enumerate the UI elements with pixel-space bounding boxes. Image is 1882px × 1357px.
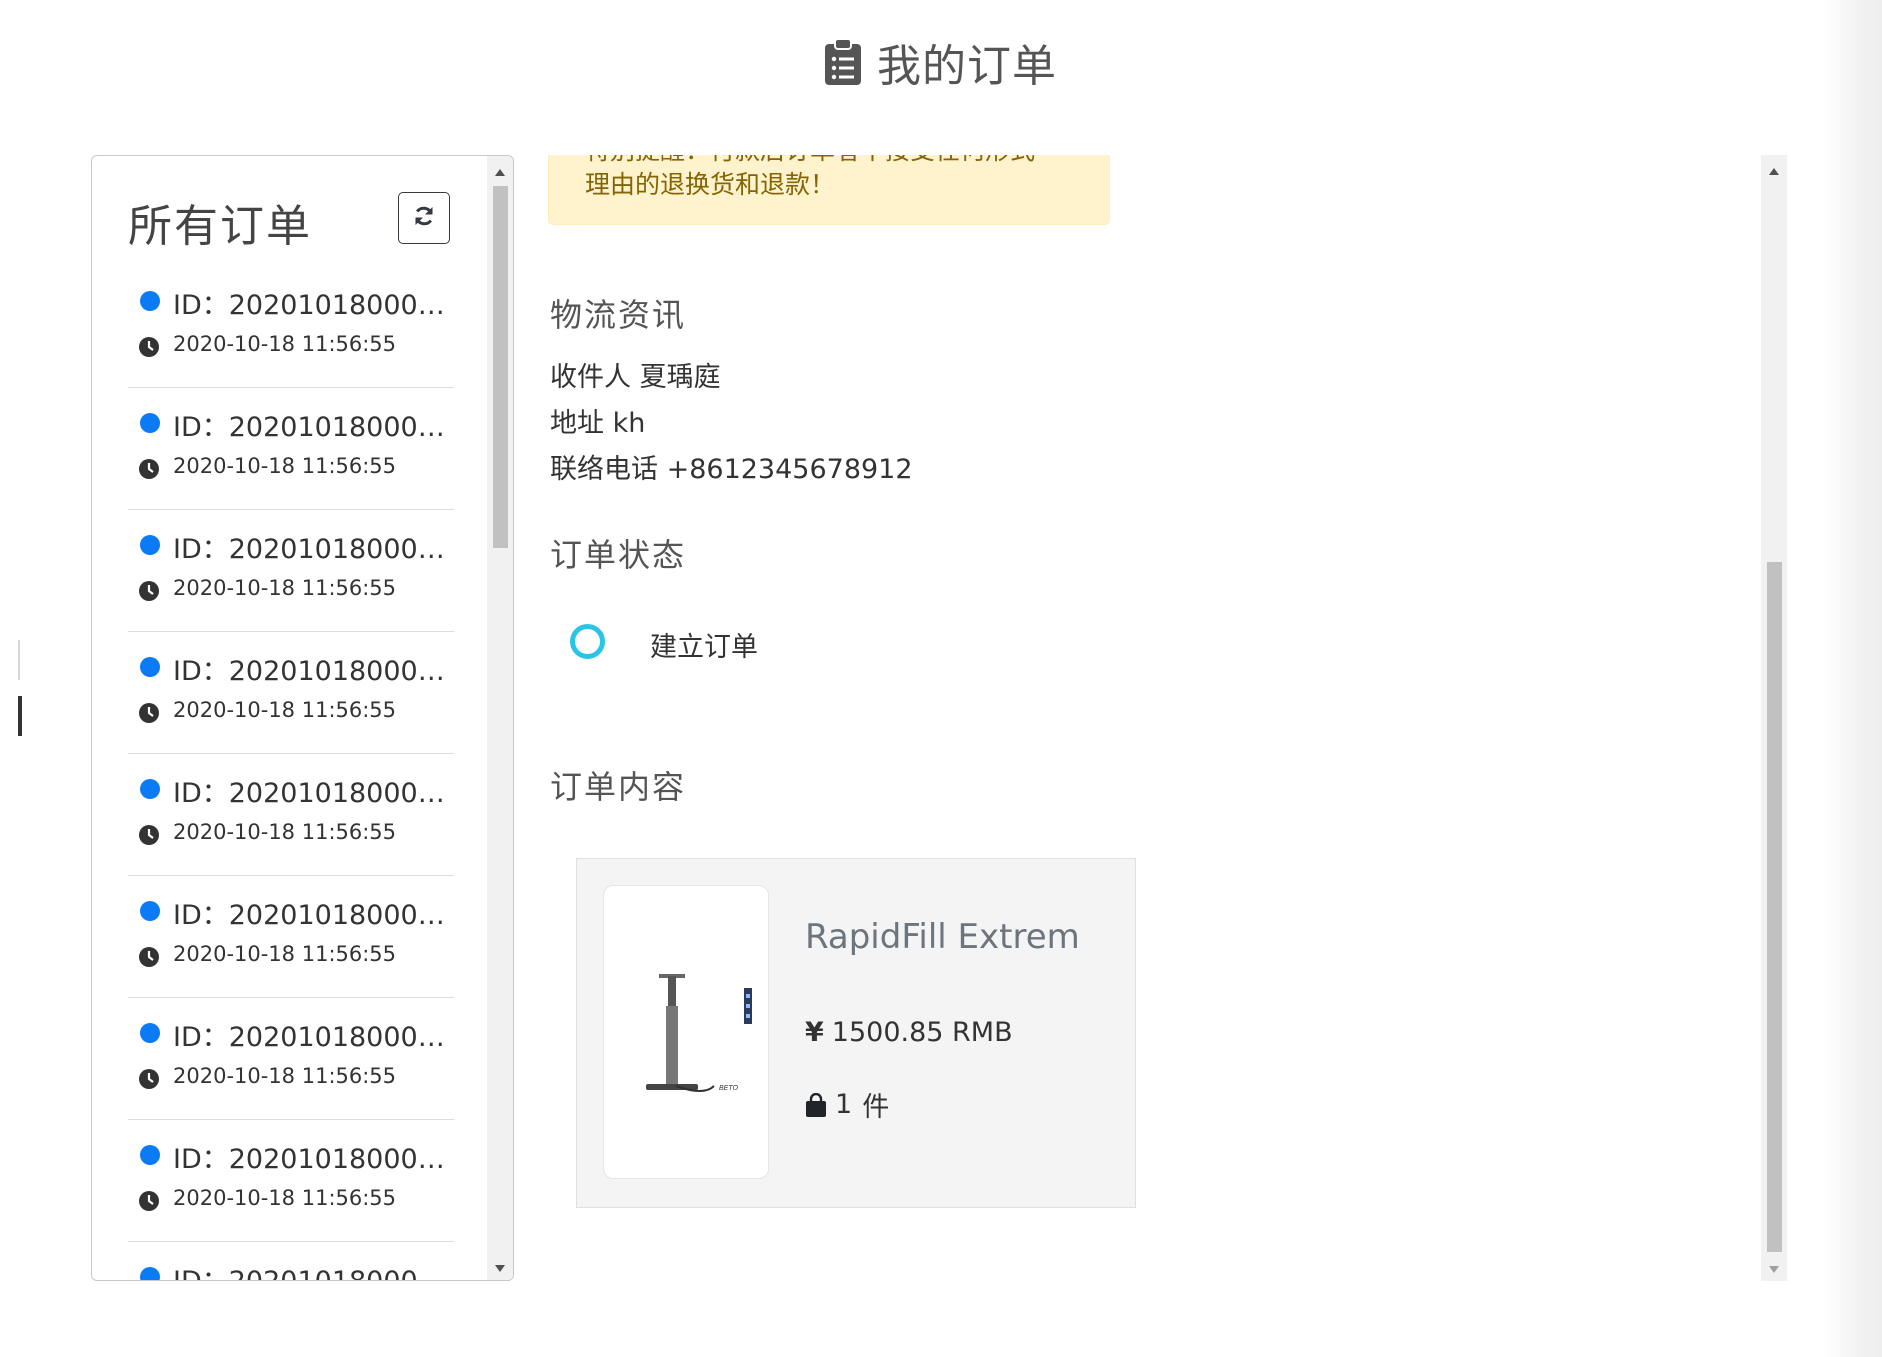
order-id: ID：202010180000... [173,412,453,443]
status-dot [140,535,160,555]
order-time: 2020-10-18 11:56:55 [173,1186,397,1210]
status-dot [140,413,160,433]
floor-pump-image: BETO [646,974,752,1092]
phone-value: +8612345678912 [666,454,913,485]
recipient-name: 夏瑀庭 [639,362,721,393]
contents-section-title: 订单内容 [550,768,687,806]
address-label: 地址 [550,408,604,439]
scroll-down-arrow-icon[interactable] [495,1265,505,1272]
order-id: ID：202010180000... [173,1259,453,1280]
order-list: ID：202010180000... 2020-10-18 11:56:55 I… [128,266,454,1280]
status-dot [140,291,160,311]
svg-text:BETO: BETO [719,1085,738,1092]
order-list-item[interactable]: ID：202010180000... 2020-10-18 11:56:55 [128,998,454,1120]
order-id: ID：202010180000... [173,900,453,931]
detail-scrollbar[interactable] [1761,155,1787,1281]
clock-icon [138,336,160,362]
refresh-icon [412,204,436,232]
address-line: 地址 kh [550,401,645,440]
order-time: 2020-10-18 11:56:55 [173,698,397,722]
address-value: kh [612,408,646,439]
refresh-button[interactable] [398,192,450,244]
order-list-item[interactable]: ID：202010180000... 2020-10-18 11:56:55 [128,632,454,754]
product-name[interactable]: RapidFill Extrem [805,917,1080,957]
order-time: 2020-10-18 11:56:55 [173,942,397,966]
clipboard-list-icon [825,39,861,85]
shopping-bag-icon [805,1092,827,1117]
status-dot [140,779,160,799]
alert-line-2: 理由的退换货和退款！ [585,170,836,199]
order-time: 2020-10-18 11:56:55 [173,576,397,600]
page-header: 我的订单 [0,30,1882,94]
status-section-title: 订单状态 [550,536,687,574]
scroll-up-arrow-icon[interactable] [1769,168,1779,175]
clock-icon [138,946,160,972]
scroll-down-arrow-icon[interactable] [1769,1266,1779,1273]
status-dot [140,1267,160,1280]
recipient-line: 收件人 夏瑀庭 [550,355,721,394]
order-id: ID：202010180000... [173,1144,453,1175]
order-id: ID：202010180000... [173,290,453,321]
order-id: ID：202010180000... [173,534,453,565]
order-list-item[interactable]: ID：202010180000... 2020-10-18 11:56:55 [128,510,454,632]
order-time: 2020-10-18 11:56:55 [173,820,397,844]
order-list-scrollbar[interactable] [487,156,513,1280]
page-title: 我的订单 [877,41,1057,92]
alert-line-1: 特别提醒：付款后订单者不接受任何形式 [585,155,1073,168]
status-dot [140,1023,160,1043]
clock-icon [138,1068,160,1094]
order-time: 2020-10-18 11:56:55 [173,332,397,356]
yen-icon: ¥ [805,1017,824,1048]
order-id: ID：202010180000... [173,656,453,687]
clock-icon [138,458,160,484]
phone-line: 联络电话 +8612345678912 [550,447,913,486]
status-dot [140,1145,160,1165]
clock-icon [138,1190,160,1216]
order-list-item[interactable]: ID：202010180000... 2020-10-18 11:56:55 [128,876,454,998]
order-time: 2020-10-18 11:56:55 [173,454,397,478]
order-id: ID：202010180000... [173,778,453,809]
scroll-up-arrow-icon[interactable] [495,169,505,176]
phone-label: 联络电话 [550,454,658,485]
refund-warning-alert: 特别提醒：付款后订单者不接受任何形式 理由的退换货和退款！ [548,155,1110,225]
product-quantity: 1 件 [805,1085,889,1124]
order-id: ID：202010180000... [173,1022,453,1053]
clock-icon [138,580,160,606]
product-card[interactable]: BETO RapidFill Extrem ¥ 1500.85 RMB 1 件 [576,858,1136,1208]
order-time: 2020-10-18 11:56:55 [173,1064,397,1088]
order-list-item[interactable]: ID：202010180000... 2020-10-18 11:56:55 [128,266,454,388]
scrollbar-thumb[interactable] [1767,562,1782,1252]
order-list-panel: 所有订单 ID：202010180000... 2020-10-18 11:56… [91,155,514,1281]
order-list-title: 所有订单 [128,201,312,252]
shipping-section-title: 物流资讯 [550,296,687,334]
status-step-label: 建立订单 [650,632,758,663]
status-dot [140,901,160,921]
clock-icon [138,702,160,728]
status-step-icon [570,624,605,659]
product-price: ¥ 1500.85 RMB [805,1017,1013,1048]
order-list-item[interactable]: ID：202010180000... [128,1242,454,1280]
quantity-unit: 件 [862,1092,890,1123]
product-image[interactable]: BETO [603,885,769,1179]
edge-marker-active [18,696,22,736]
edge-marker [18,640,20,680]
scrollbar-thumb[interactable] [493,186,508,548]
price-value: 1500.85 RMB [831,1017,1013,1048]
order-list-item[interactable]: ID：202010180000... 2020-10-18 11:56:55 [128,754,454,876]
status-dot [140,657,160,677]
quantity-value: 1 [835,1089,853,1120]
recipient-label: 收件人 [550,362,631,393]
order-list-item[interactable]: ID：202010180000... 2020-10-18 11:56:55 [128,388,454,510]
clock-icon [138,824,160,850]
page-edge-shadow [1824,0,1882,1357]
order-list-item[interactable]: ID：202010180000... 2020-10-18 11:56:55 [128,1120,454,1242]
order-detail: 特别提醒：付款后订单者不接受任何形式 理由的退换货和退款！ 物流资讯 收件人 夏… [530,155,1785,1281]
